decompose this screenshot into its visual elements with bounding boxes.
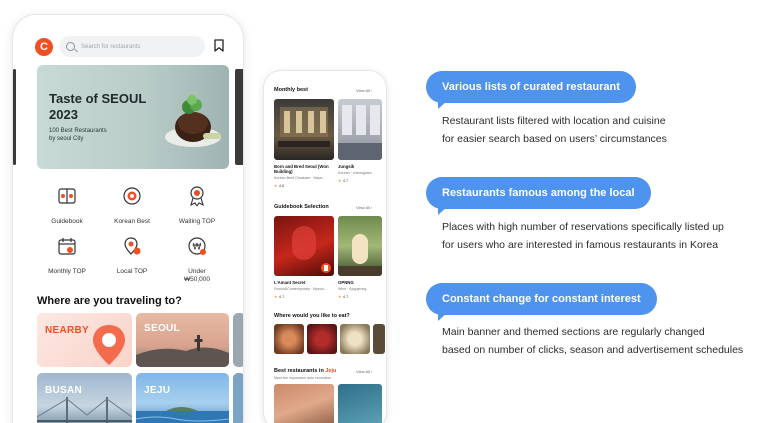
- search-icon: [66, 42, 75, 51]
- app-logo[interactable]: C: [35, 38, 53, 56]
- food-thumbnail-3[interactable]: [340, 324, 370, 354]
- jeju-view-all[interactable]: View All ›: [356, 369, 372, 374]
- banner-next-peek: [235, 69, 243, 165]
- restaurant-image-lamant-secret[interactable]: [274, 216, 334, 276]
- destination-tile-seoul[interactable]: SEOUL: [136, 313, 229, 367]
- category-guidebook[interactable]: Guidebook: [37, 185, 97, 226]
- jeju-sea-image: [136, 407, 229, 423]
- restaurant-interior-image: [338, 105, 382, 160]
- feature-description-curated: Restaurant lists filtered with location …: [442, 115, 667, 145]
- restaurant-name: Jungsik: [338, 164, 355, 169]
- destination-tile-peek: [233, 313, 243, 367]
- korean-best-icon: [123, 187, 141, 205]
- category-korean-best[interactable]: Korean Best: [102, 185, 162, 226]
- seoul-tower-image: [136, 335, 229, 367]
- section-title-traveling: Where are you traveling to?: [37, 295, 182, 307]
- destination-tile-busan[interactable]: BUSAN: [37, 373, 132, 423]
- banner-title: Taste of SEOUL 2023: [49, 91, 147, 122]
- monthly-top-icon: [58, 238, 76, 255]
- restaurant-rating: ★ 4.6: [274, 183, 285, 188]
- feature-heading-curated: Various lists of curated restaurant: [426, 71, 636, 109]
- destination-tile-nearby[interactable]: NEARBY: [37, 313, 132, 367]
- feature-heading-constant-change: Constant change for constant interest: [426, 283, 657, 321]
- feature-description-constant-change: Main banner and themed sections are regu…: [442, 326, 744, 356]
- star-icon: ★: [338, 178, 342, 183]
- category-local-top[interactable]: Local TOP: [102, 235, 162, 276]
- banner-prev-peek: [13, 69, 16, 165]
- restaurant-meta: Fusion&Contemporary · Myeon...: [274, 287, 327, 291]
- destination-tile-jeju[interactable]: JEJU: [136, 373, 229, 423]
- banner-subtitle: 100 Best Restaurants by seoul City: [49, 128, 107, 142]
- secondary-phone-mockup: Monthly best View All › Born and Bred Se…: [263, 70, 387, 423]
- food-dish-image: [165, 95, 221, 147]
- busan-bridge-image: [37, 397, 132, 423]
- star-icon: ★: [274, 183, 278, 188]
- restaurant-meta: Wine · Apgujeong: [338, 287, 367, 291]
- restaurant-interior-image: [338, 234, 382, 276]
- restaurant-interior-image: [292, 226, 331, 273]
- local-top-icon: [124, 237, 141, 255]
- main-banner[interactable]: Taste of SEOUL 2023 100 Best Restaurants…: [37, 65, 229, 169]
- guidebook-view-all[interactable]: View All ›: [356, 205, 372, 210]
- restaurant-rating: ★ 4.7: [338, 178, 349, 183]
- category-monthly-top[interactable]: Monthly TOP: [37, 235, 97, 276]
- star-icon: ★: [338, 294, 342, 299]
- monthly-best-title: Monthly best: [274, 87, 308, 93]
- restaurant-rating: ★ 4.7: [338, 294, 349, 299]
- restaurant-interior-image: [278, 107, 330, 147]
- food-thumbnail-1[interactable]: [274, 324, 304, 354]
- food-thumbnail-2[interactable]: [307, 324, 337, 354]
- restaurant-image-jungsik[interactable]: [338, 99, 382, 160]
- main-phone-mockup: C Search for restaurants Taste of SEOUL …: [12, 14, 244, 423]
- restaurant-image-born-and-bred[interactable]: [274, 99, 334, 160]
- best-in-jeju-subtitle: Meet the impressive auto recreation: [274, 376, 332, 380]
- search-placeholder: Search for restaurants: [81, 43, 141, 50]
- restaurant-name: L'Amant Secret: [274, 280, 306, 285]
- restaurant-name: OPNNG: [338, 280, 354, 285]
- restaurant-meta: Korean Beef Omakase · Mape...: [274, 176, 326, 180]
- food-thumbnail-peek: [373, 324, 385, 354]
- feature-heading-local: Restaurants famous among the local: [426, 177, 651, 215]
- guidebook-icon: [58, 188, 76, 204]
- restaurant-image-opnng[interactable]: [338, 216, 382, 276]
- under-price-icon: ₩: [188, 237, 206, 255]
- monthly-best-view-all[interactable]: View All ›: [356, 88, 372, 93]
- jeju-restaurant-image-2[interactable]: [338, 384, 382, 423]
- restaurant-rating: ★ 4.7: [274, 294, 285, 299]
- best-in-jeju-title: Best restaurants in Jeju: [274, 368, 337, 374]
- feature-description-local: Places with high number of reservations …: [442, 221, 724, 251]
- where-to-eat-title: Where would you like to eat?: [274, 313, 350, 319]
- restaurant-meta: Korean · cheongdam: [338, 171, 372, 175]
- restaurant-name: Born and Bred Seoul (Won Building): [274, 164, 329, 174]
- guidebook-selection-title: Guidebook Selection: [274, 204, 329, 210]
- category-waiting-top[interactable]: Waiting TOP: [167, 185, 227, 226]
- search-input[interactable]: Search for restaurants: [59, 36, 205, 57]
- destination-tile-peek-2: [233, 373, 243, 423]
- star-icon: ★: [274, 294, 278, 299]
- location-pin-icon: [93, 325, 125, 365]
- waiting-top-icon: [190, 186, 204, 207]
- category-under-price[interactable]: ₩ Under ₩50,000: [167, 235, 227, 284]
- jeju-restaurant-image-1[interactable]: [274, 384, 334, 423]
- bookmark-icon[interactable]: [214, 39, 224, 52]
